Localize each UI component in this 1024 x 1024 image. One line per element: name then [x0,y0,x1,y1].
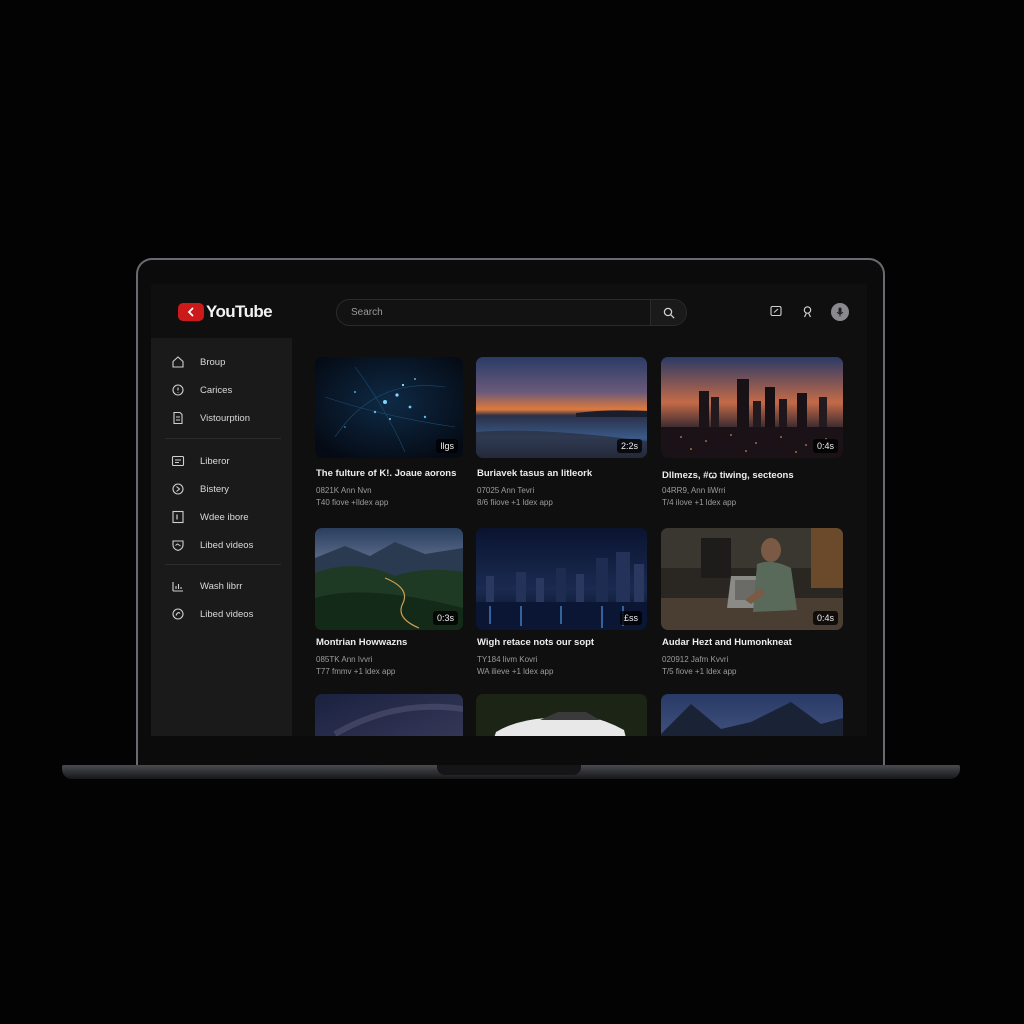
create-icon[interactable] [768,303,784,319]
video-title[interactable]: Montrian Howwazns [316,637,407,648]
video-meta: 07025 Ann Tevri [477,486,535,495]
sidebar-item-label: Wdee ibore [200,511,249,523]
home-icon [172,356,184,368]
video-thumbnail[interactable]: llgs [315,357,463,458]
top-bar: YouTube Search [151,284,867,338]
sidebar-divider [165,438,281,439]
explore-icon [172,384,184,396]
watch-later-icon [172,582,183,592]
subscriptions-icon [173,411,183,425]
sidebar-item-label: Wash librr [200,580,243,592]
video-thumbnail[interactable]: 2:2s [476,357,647,458]
sidebar-item-wdee-ibore[interactable]: Wdee ibore [171,509,249,525]
sidebar-item-vistourption[interactable]: Vistourption [171,410,250,426]
video-title[interactable]: Buriavek tasus an litleork [477,468,592,479]
video-meta: T/5 fiove +1 ldex app [662,667,737,676]
video-meta: 8/6 fiiove +1 ldex app [477,498,553,507]
night-sky-thumbnail-image [315,694,463,736]
duration-badge: 0:4s [812,611,838,625]
video-title[interactable]: Audar Hezt and Humonkneat [662,637,792,648]
duration-badge: 0:3s [432,611,458,625]
video-meta: TY184 livm Kovri [477,655,538,664]
sidebar-item-label: Bistery [200,483,230,495]
liked-videos-icon [172,540,184,552]
video-meta: 020912 Jafm Kvvri [662,655,729,664]
history-icon [172,483,184,495]
sidebar-divider [165,564,281,565]
video-meta: T77 fmmv +1 ldex app [316,667,396,676]
video-meta: 085TK Ann Ivvri [316,655,373,664]
video-thumbnail[interactable] [661,694,843,736]
account-icon[interactable] [799,303,815,319]
sidebar-item-label: Liberor [200,455,230,467]
search-bar[interactable]: Search [336,299,687,326]
duration-badge: £ss [619,611,642,625]
video-thumbnail[interactable] [476,694,647,736]
sidebar-item-broup[interactable]: Broup [171,354,225,370]
duration-badge: 0:4s [812,439,838,453]
your-videos-icon [172,510,184,524]
video-thumbnail[interactable]: 0:3s [315,528,463,630]
sidebar-item-label: Libed videos [200,608,254,620]
sidebar-item-carices[interactable]: Carices [171,382,232,398]
logo-text: YouTube [206,302,273,321]
sidebar-item-label: Vistourption [200,412,250,424]
liked-icon [172,608,184,620]
laptop-notch [437,765,581,775]
video-thumbnail[interactable]: 0:4s [661,357,843,458]
duration-badge: 2:2s [616,439,642,453]
mountain-peaks-thumbnail-image [661,694,843,736]
sidebar: Broup Carices Vistourption Liberor Biste… [151,338,292,736]
avatar[interactable] [831,303,849,321]
video-thumbnail[interactable]: 0:4s [661,528,843,630]
video-thumbnail[interactable]: £ss [476,528,647,630]
sidebar-item-liberor[interactable]: Liberor [171,453,230,469]
youtube-logo[interactable]: YouTube [178,302,273,322]
video-title[interactable]: Dllmezs, #ꞷ tiwing, secteons [662,468,794,481]
app-screen: YouTube Search Broup Carices Vistourptio… [151,284,867,736]
sidebar-item-label: Libed videos [200,539,254,551]
video-meta: T40 fiove +Ildex app [316,498,389,507]
video-meta: 04RR9, Ann liWrri [662,486,726,495]
video-meta: T/4 ilove +1 ldex app [662,498,737,507]
sidebar-item-bistery[interactable]: Bistery [171,481,229,497]
search-button[interactable] [650,300,686,325]
video-meta: WA ilieve +1 ldex app [477,667,554,676]
video-thumbnail[interactable] [315,694,463,736]
sidebar-item-label: Broup [200,356,226,368]
library-icon [171,455,185,467]
microphone-icon [836,307,844,317]
sidebar-item-libed-videos[interactable]: Libed videos [171,537,253,553]
sidebar-item-libed-videos-2[interactable]: Libed videos [171,606,253,622]
video-title[interactable]: The fulture of K!. Joaue aorons [316,468,456,479]
search-input[interactable]: Search [351,307,383,318]
car-thumbnail-image [476,694,647,736]
logo-play-icon [178,303,204,321]
video-meta: 0821K Ann Nvn [316,486,372,495]
duration-badge: llgs [436,439,458,453]
video-title[interactable]: Wigh retace nots our sopt [477,637,594,648]
sidebar-item-label: Carices [200,384,233,396]
sidebar-item-wash-librr[interactable]: Wash librr [171,578,242,594]
search-icon [663,307,674,318]
